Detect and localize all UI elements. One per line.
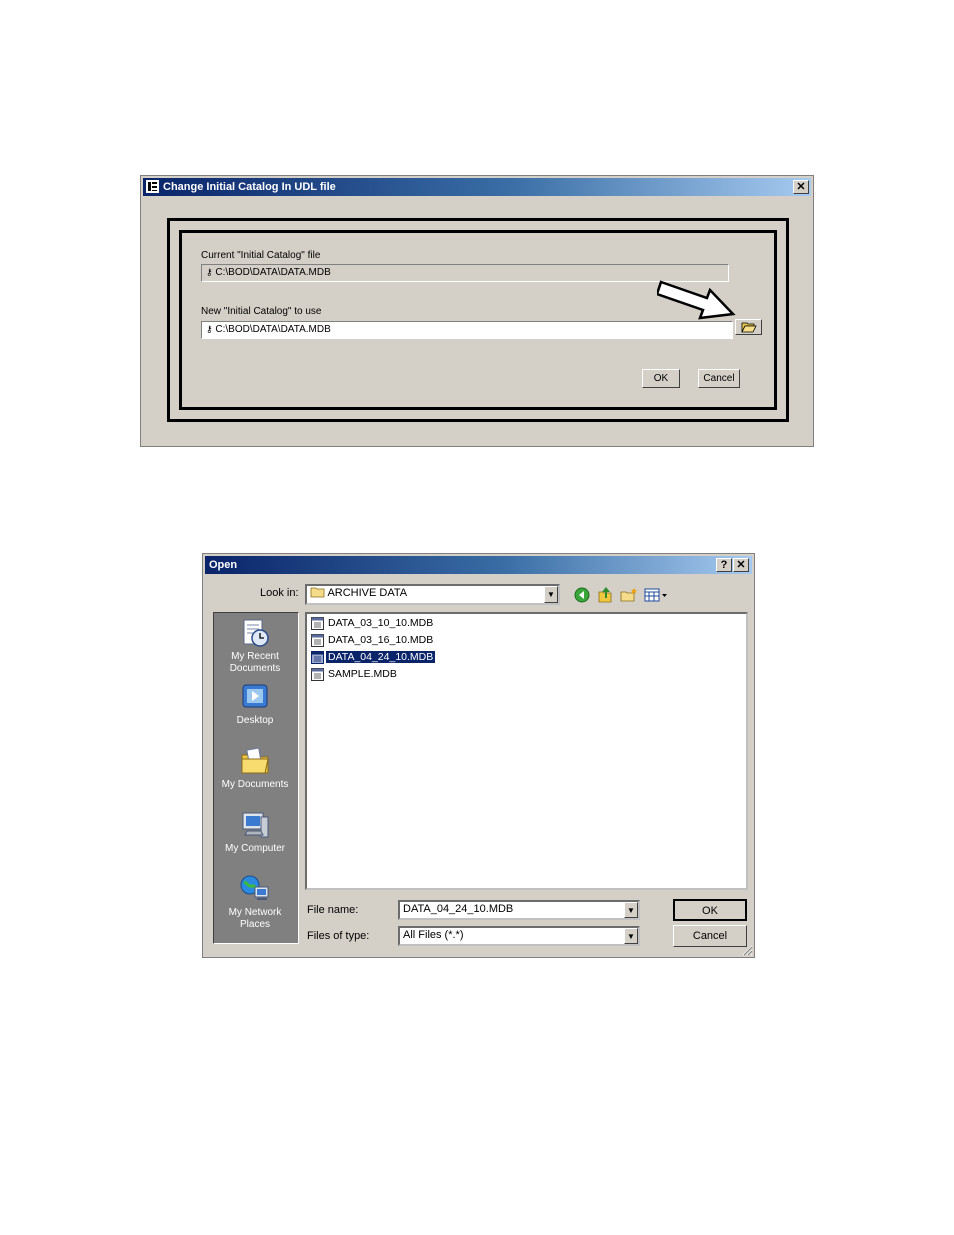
help-icon: ?	[720, 559, 728, 571]
file-type-dropdown-button[interactable]: ▼	[624, 928, 638, 944]
open-close-button[interactable]: ✕	[733, 558, 749, 572]
file-name-dropdown-button[interactable]: ▼	[624, 902, 638, 918]
open-folder-icon	[740, 322, 757, 333]
my-documents-icon	[241, 747, 269, 774]
place-my-documents[interactable]: My Documents	[214, 745, 296, 791]
browse-button[interactable]	[735, 319, 762, 335]
recent-documents-icon	[243, 619, 269, 647]
file-item[interactable]: DATA_03_16_10.MDB	[311, 632, 435, 648]
open-cancel-button[interactable]: Cancel	[673, 925, 747, 947]
file-item[interactable]: DATA_03_10_10.MDB	[311, 615, 435, 631]
chevron-down-icon: ▼	[627, 906, 635, 915]
udl-cancel-button[interactable]: Cancel	[698, 369, 740, 388]
views-menu-button[interactable]	[644, 587, 668, 603]
mdb-file-icon	[311, 650, 324, 664]
folder-icon	[310, 587, 325, 598]
close-icon: ✕	[736, 559, 746, 571]
udl-dialog: Change Initial Catalog In UDL file ✕ Cur…	[140, 175, 814, 447]
udl-ok-button[interactable]: OK	[642, 369, 680, 388]
network-places-icon	[240, 875, 269, 900]
place-recent-documents[interactable]: My Recent Documents	[214, 617, 296, 675]
app-icon	[146, 180, 159, 193]
key-icon: ⚷	[206, 324, 213, 334]
mdb-file-icon	[311, 616, 324, 630]
place-desktop[interactable]: Desktop	[214, 681, 296, 727]
desktop-icon	[242, 684, 268, 708]
key-icon: ⚷	[206, 267, 213, 277]
place-my-computer[interactable]: My Computer	[214, 809, 296, 855]
place-my-network-places[interactable]: My Network Places	[214, 873, 296, 931]
chevron-down-icon: ▼	[627, 932, 635, 941]
open-ok-button[interactable]: OK	[673, 899, 747, 921]
file-type-combo[interactable]: All Files (*.*) ▼	[398, 926, 640, 946]
file-name-combo[interactable]: DATA_04_24_10.MDB ▼	[398, 900, 640, 920]
look-in-dropdown-button[interactable]: ▼	[544, 586, 558, 603]
new-catalog-label: New "Initial Catalog" to use	[201, 306, 322, 317]
my-computer-icon	[242, 812, 269, 838]
resize-grip-icon[interactable]	[741, 944, 753, 956]
udl-title: Change Initial Catalog In UDL file	[163, 181, 336, 193]
views-icon	[644, 588, 667, 602]
new-folder-icon[interactable]	[620, 587, 638, 603]
look-in-combo[interactable]: ARCHIVE DATA ▼	[305, 584, 560, 605]
mdb-file-icon	[311, 633, 324, 647]
file-item-selected[interactable]: DATA_04_24_10.MDB	[311, 649, 437, 665]
udl-titlebar[interactable]: Change Initial Catalog In UDL file ✕	[143, 178, 811, 196]
udl-close-button[interactable]: ✕	[793, 180, 809, 194]
current-catalog-label: Current "Initial Catalog" file	[201, 250, 321, 261]
pointer-arrow-icon	[657, 280, 736, 320]
places-bar: My Recent Documents Desktop My Documents…	[213, 612, 299, 944]
open-titlebar[interactable]: Open ? ✕	[205, 556, 752, 574]
help-button[interactable]: ?	[716, 558, 732, 572]
look-in-label: Look in:	[260, 587, 299, 599]
up-folder-icon[interactable]	[597, 586, 613, 603]
file-list[interactable]: DATA_03_10_10.MDB DATA_03_16_10.MDB DATA…	[305, 612, 748, 890]
open-title: Open	[209, 559, 238, 571]
new-catalog-field[interactable]: ⚷ C:\BOD\DATA\DATA.MDB	[201, 321, 733, 339]
back-icon[interactable]	[574, 587, 590, 603]
file-type-label: Files of type:	[307, 930, 370, 942]
chevron-down-icon: ▼	[547, 590, 555, 599]
file-name-label: File name:	[307, 904, 359, 916]
close-icon: ✕	[796, 181, 806, 193]
mdb-file-icon	[311, 667, 324, 681]
current-catalog-field: ⚷ C:\BOD\DATA\DATA.MDB	[201, 264, 729, 282]
open-dialog: Open ? ✕ Look in: ARCHIVE DATA ▼ My Rece…	[202, 553, 755, 958]
file-item[interactable]: SAMPLE.MDB	[311, 666, 399, 682]
